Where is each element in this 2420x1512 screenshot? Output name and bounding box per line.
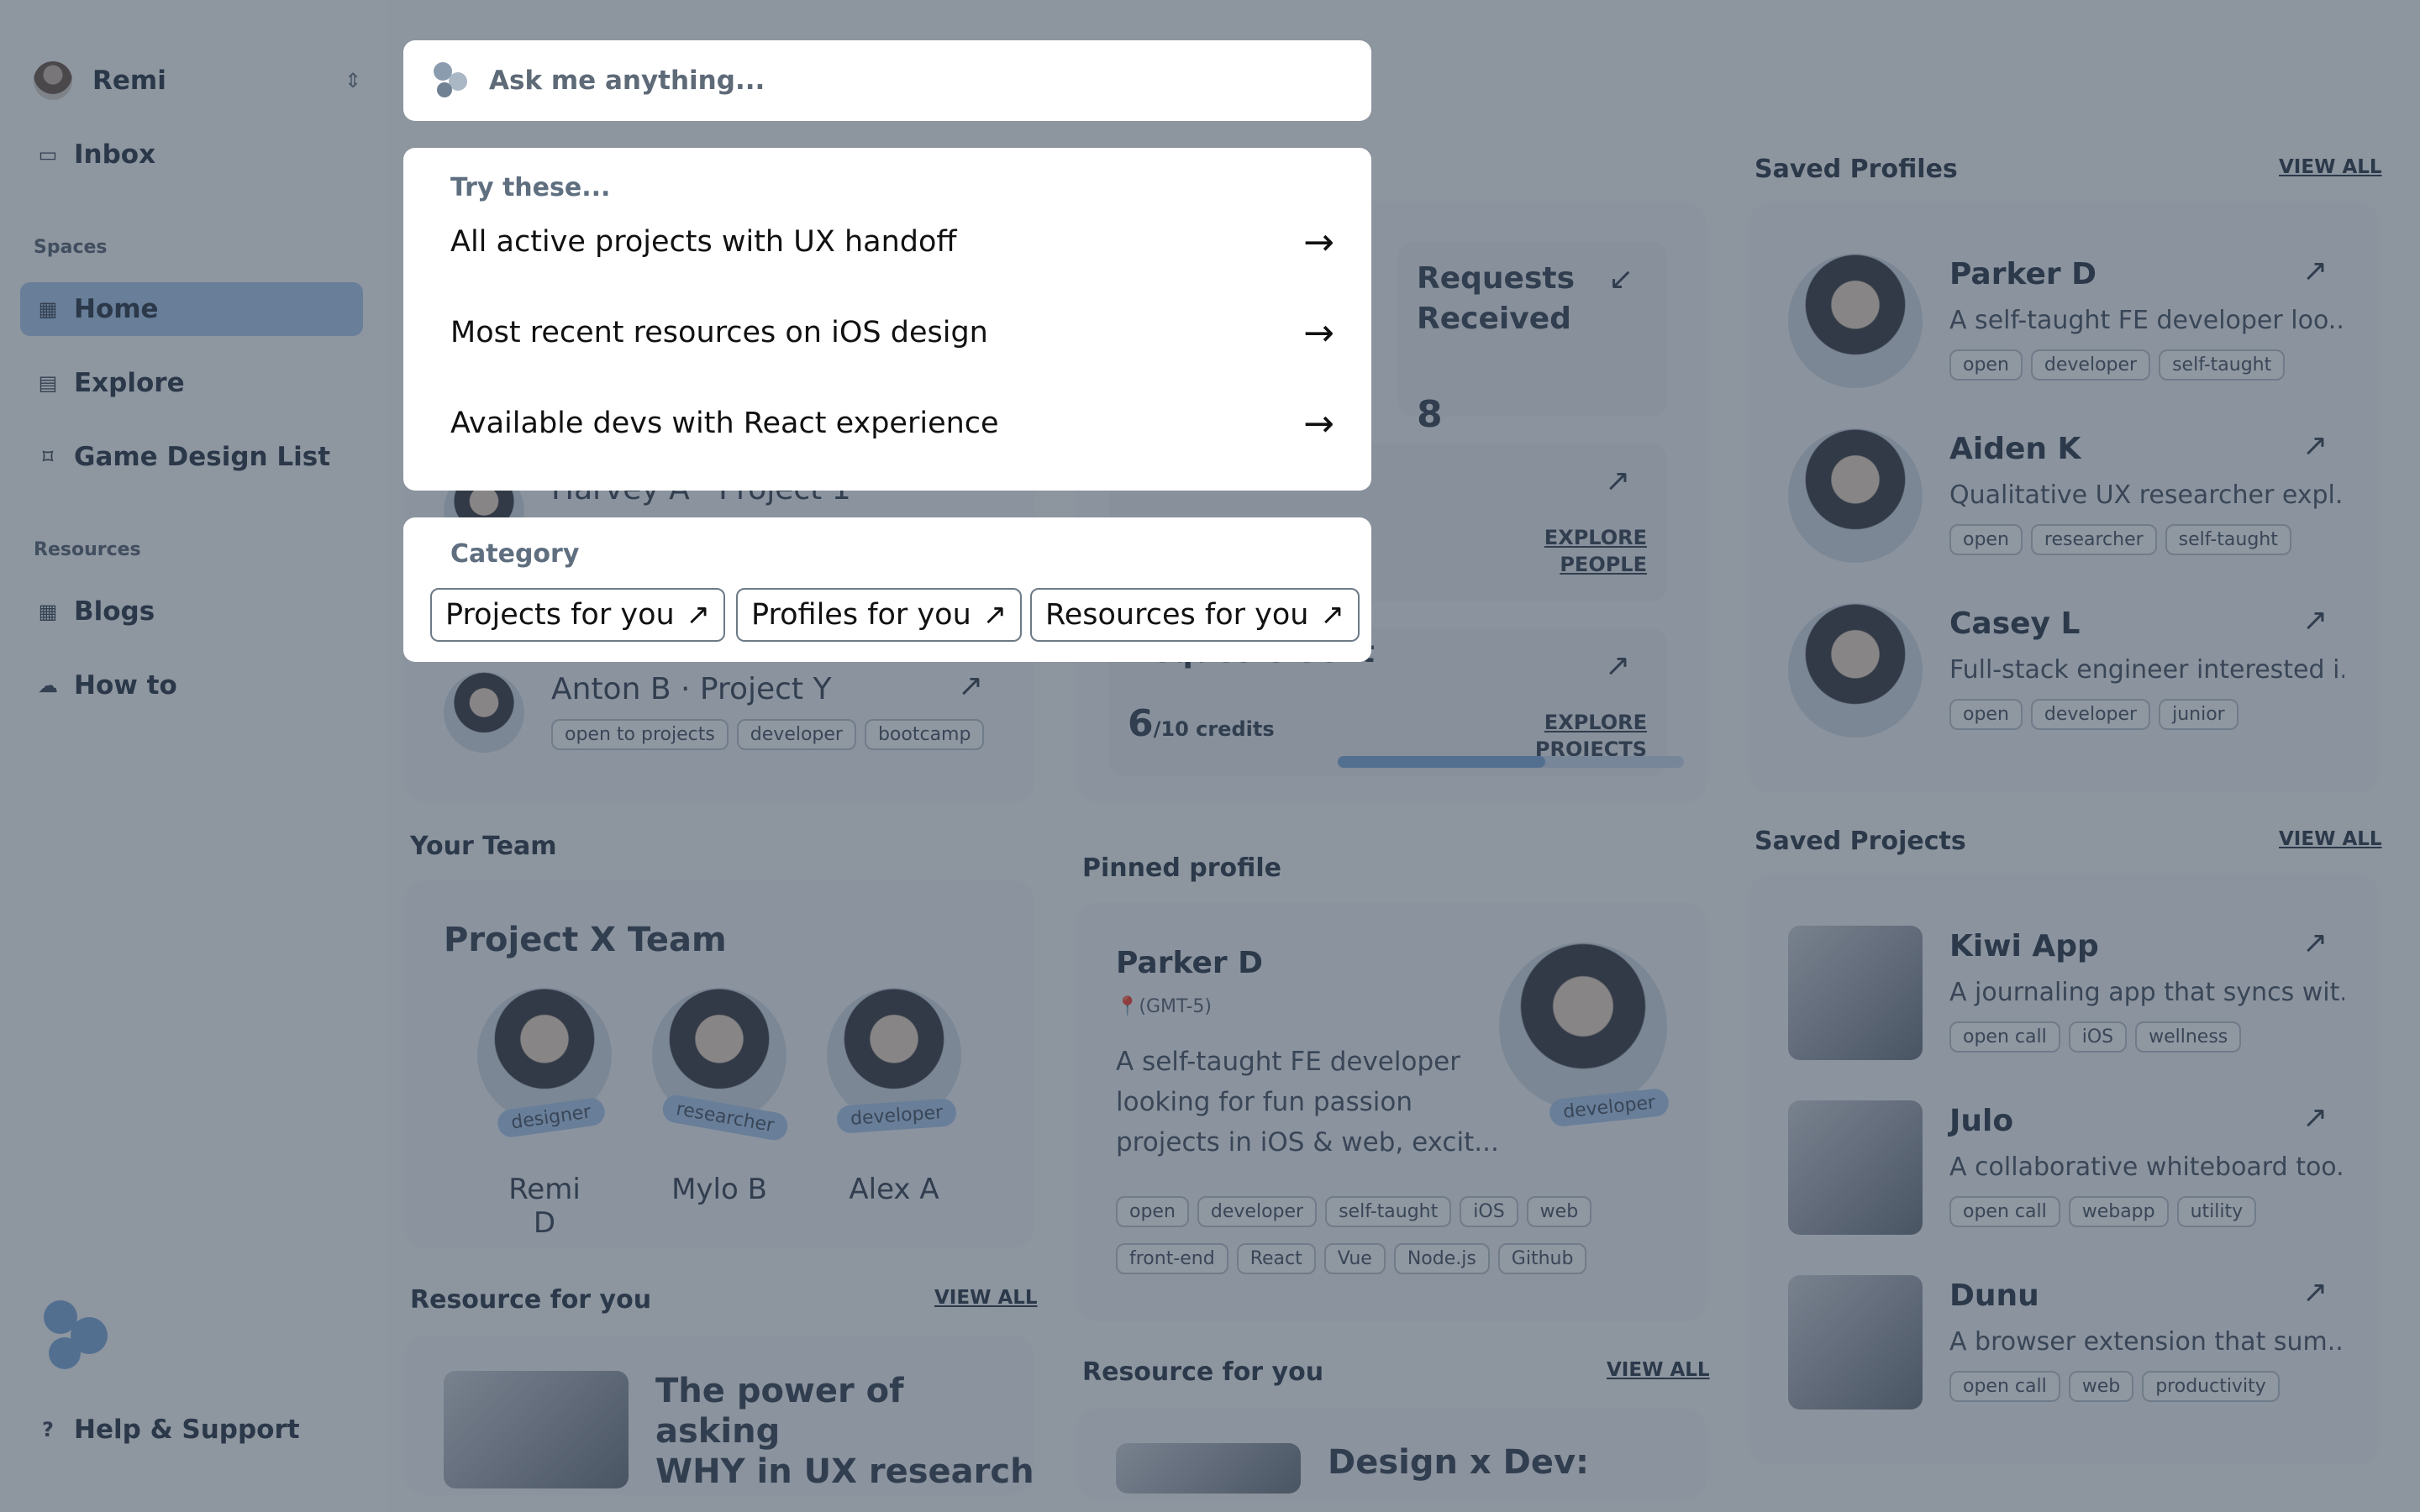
suggestion-item[interactable]: All active projects with UX handoff →	[450, 208, 1334, 276]
suggestion-label: Available devs with React experience	[450, 407, 999, 440]
search-bar[interactable]	[403, 40, 1371, 121]
suggestions-heading: Try these...	[450, 173, 611, 202]
arrow-right-icon: →	[1303, 311, 1334, 354]
chip-label: Profiles for you	[751, 598, 971, 632]
chip-label: Resources for you	[1045, 598, 1309, 632]
arrow-up-right-icon: ↗	[1320, 598, 1344, 632]
arrow-up-right-icon: ↗	[686, 598, 711, 632]
suggestion-label: Most recent resources on iOS design	[450, 316, 988, 349]
arrow-up-right-icon: ↗	[982, 598, 1007, 632]
category-panel: Category Projects for you ↗ Profiles for…	[403, 517, 1371, 662]
arrow-right-icon: →	[1303, 402, 1334, 445]
search-input[interactable]	[489, 66, 1346, 96]
category-chip-profiles[interactable]: Profiles for you ↗	[736, 588, 1023, 642]
category-chip-projects[interactable]: Projects for you ↗	[430, 588, 726, 642]
category-chip-resources[interactable]: Resources for you ↗	[1030, 588, 1360, 642]
category-heading: Category	[450, 539, 580, 569]
suggestions-panel: Try these... All active projects with UX…	[403, 148, 1371, 491]
chip-label: Projects for you	[445, 598, 675, 632]
suggestion-label: All active projects with UX handoff	[450, 225, 957, 259]
assistant-logo-icon	[432, 62, 469, 99]
suggestion-item[interactable]: Most recent resources on iOS design →	[450, 299, 1334, 366]
arrow-right-icon: →	[1303, 220, 1334, 264]
suggestion-item[interactable]: Available devs with React experience →	[450, 390, 1334, 457]
